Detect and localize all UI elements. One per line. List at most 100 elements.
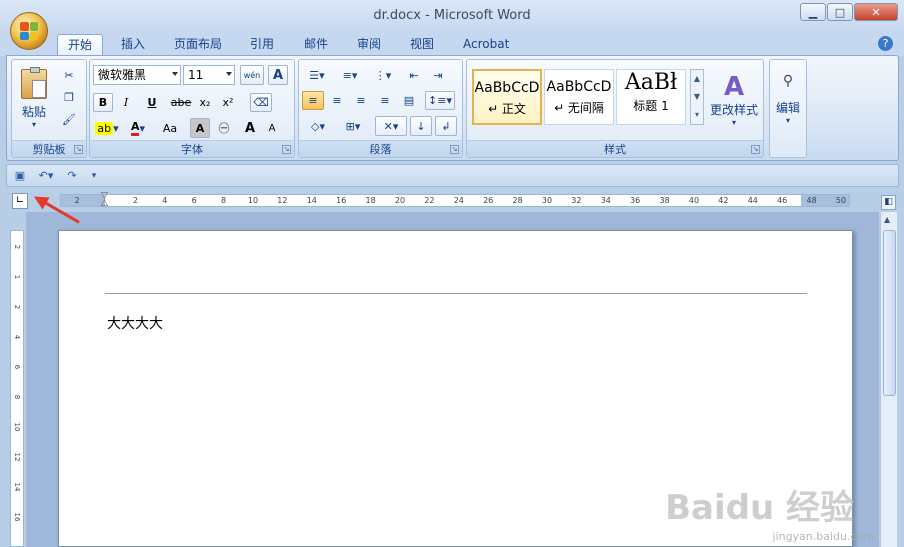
tab-view[interactable]: 视图 <box>400 34 444 56</box>
sort-icon[interactable]: ↓ <box>410 116 432 136</box>
subscript-button[interactable]: x₂ <box>195 93 215 112</box>
ruler-tick-label: 22 <box>424 196 435 205</box>
shading-icon[interactable]: ◇▾ <box>302 116 334 136</box>
maximize-button[interactable]: □ <box>827 3 853 21</box>
ruler-tick-label: 40 <box>688 196 700 205</box>
bullets-icon[interactable]: ☰▾ <box>302 65 332 85</box>
vruler-tick-label: 6 <box>13 364 21 370</box>
format-painter-icon[interactable]: 🖌 <box>58 110 80 128</box>
help-icon[interactable]: ? <box>878 36 893 51</box>
ruler-tick-label: 14 <box>306 196 317 205</box>
tab-references[interactable]: 引用 <box>240 34 284 56</box>
show-marks-icon[interactable]: ↲ <box>435 116 457 136</box>
paragraph-group-label: 段落 <box>299 140 462 157</box>
baidu-watermark: Baidu 经验 <box>665 488 854 528</box>
office-logo-icon <box>20 22 38 40</box>
minimize-button[interactable]: ▁ <box>800 3 826 21</box>
superscript-button[interactable]: x² <box>218 93 238 112</box>
office-button[interactable] <box>10 12 48 50</box>
editing-label: 编辑 <box>775 101 800 115</box>
vruler-tick-label: 8 <box>13 394 21 400</box>
style-no-spacing[interactable]: AaBbCcD ↵ 无间隔 <box>544 69 614 125</box>
ruler-tick-label: 24 <box>453 196 464 205</box>
justify-icon[interactable]: ≡ <box>374 91 396 110</box>
italic-button[interactable]: I <box>116 93 136 112</box>
styles-group: AaBbCcD ↵ 正文 AaBbCcD ↵ 无间隔 AaBł 标题 1 ▲ ▼ ▾… <box>466 59 764 158</box>
baidu-watermark-url: jingyan.baidu.com <box>772 530 874 543</box>
borders-icon[interactable]: ⊞▾ <box>337 116 369 136</box>
grow-font-button[interactable]: A <box>240 118 260 138</box>
horizontal-ruler[interactable]: ▽ △ 2 2 4 6 8 10 12 14 16 18 20 22 24 26 28 30 32 34 36 38 40… <box>60 192 850 208</box>
styles-scroll[interactable]: ▲ ▼ ▾ <box>690 69 704 125</box>
window-title: dr.docx - Microsoft Word <box>373 8 531 23</box>
clipboard-launcher-icon[interactable]: ↘ <box>74 145 83 154</box>
customize-qat-icon[interactable]: ▾ <box>87 167 101 184</box>
document-text[interactable]: 大大大大 <box>107 313 163 333</box>
change-styles-button[interactable]: A 更改样式 ▾ <box>708 65 760 135</box>
scroll-thumb[interactable] <box>883 230 896 396</box>
align-center-icon[interactable]: ≡ <box>326 91 348 110</box>
align-left-icon[interactable]: ≡ <box>302 91 324 110</box>
paste-button[interactable]: 粘贴 ▾ <box>16 64 52 134</box>
font-size-value: 11 <box>188 68 204 82</box>
indent-marker-icon[interactable]: ▽ △ <box>101 192 111 208</box>
vertical-scrollbar[interactable]: ▲ <box>880 212 897 547</box>
tab-mailings[interactable]: 邮件 <box>294 34 338 56</box>
tab-page-layout[interactable]: 页面布局 <box>164 34 232 56</box>
decrease-indent-icon[interactable]: ⇤ <box>403 65 425 85</box>
tab-review[interactable]: 审阅 <box>347 34 391 56</box>
redo-icon[interactable]: ↷ <box>63 167 81 184</box>
numbering-icon[interactable]: ≡▾ <box>335 65 365 85</box>
highlight-color-icon[interactable]: ab ▾ <box>93 118 121 138</box>
view-ruler-icon[interactable]: ◧ <box>881 195 896 210</box>
multilevel-list-icon[interactable]: ⋮▾ <box>368 65 398 85</box>
bold-button[interactable]: B <box>93 93 113 112</box>
close-button[interactable]: ✕ <box>854 3 898 21</box>
ruler-tick-label: 32 <box>571 196 582 205</box>
tab-home[interactable]: 开始 <box>57 34 104 56</box>
phonetic-guide-icon[interactable]: wén <box>240 65 264 85</box>
enclose-characters-icon[interactable]: ㊀ <box>214 118 234 138</box>
increase-indent-icon[interactable]: ⇥ <box>427 65 449 85</box>
font-launcher-icon[interactable]: ↘ <box>282 145 291 154</box>
align-right-icon[interactable]: ≡ <box>350 91 372 110</box>
font-size-combo[interactable]: 11 <box>183 65 235 85</box>
strikethrough-button[interactable]: abe <box>169 93 193 112</box>
paragraph-launcher-icon[interactable]: ↘ <box>450 145 459 154</box>
style-normal-preview: AaBbCcD <box>474 80 540 96</box>
tab-selector-icon[interactable]: ∟ <box>12 193 28 209</box>
save-icon[interactable]: ▣ <box>11 167 29 184</box>
undo-icon[interactable]: ↶▾ <box>33 167 59 184</box>
style-heading-1-preview: AaBł <box>624 70 678 95</box>
character-shading-button[interactable]: A <box>190 118 210 138</box>
ruler-tick-label: 44 <box>747 196 758 205</box>
change-case-button[interactable]: Aa <box>156 118 184 138</box>
tab-acrobat[interactable]: Acrobat <box>453 34 519 56</box>
ruler-tick-label: 46 <box>777 196 788 205</box>
underline-button[interactable]: U <box>139 93 165 112</box>
ruler-tick-label: 34 <box>600 196 611 205</box>
font-color-icon[interactable]: A ▾ <box>124 118 152 138</box>
ruler-tick-label: 26 <box>483 196 494 205</box>
editing-button[interactable]: ⚲ 编辑 ▾ <box>771 64 805 134</box>
tab-insert[interactable]: 插入 <box>111 34 155 56</box>
style-no-spacing-preview: AaBbCcD <box>546 79 612 95</box>
style-normal[interactable]: AaBbCcD ↵ 正文 <box>472 69 542 125</box>
scroll-up-icon[interactable]: ▲ <box>884 215 890 224</box>
cut-icon[interactable]: ✂ <box>58 66 80 84</box>
character-border-icon[interactable]: A <box>268 65 288 85</box>
style-heading-1[interactable]: AaBł 标题 1 <box>616 69 686 125</box>
line-spacing-icon[interactable]: ↕≡▾ <box>425 91 455 110</box>
ruler-tick-label: 4 <box>162 196 168 205</box>
chinese-layout-icon[interactable]: ✕▾ <box>375 116 407 136</box>
title-bar: dr.docx - Microsoft Word ▁ □ ✕ <box>0 0 904 32</box>
styles-launcher-icon[interactable]: ↘ <box>751 145 760 154</box>
font-name-combo[interactable]: 微软雅黑 <box>93 65 181 85</box>
copy-icon[interactable]: ❐ <box>58 88 80 106</box>
ruler-tick-label: 12 <box>277 196 288 205</box>
vertical-ruler[interactable]: 2 1 2 4 6 8 10 12 14 16 <box>10 230 24 547</box>
vruler-tick-label: 2 <box>13 304 21 310</box>
clear-formatting-icon[interactable]: ⌫ <box>250 93 272 112</box>
distributed-icon[interactable]: ▤ <box>398 91 420 110</box>
shrink-font-button[interactable]: A <box>262 118 282 138</box>
